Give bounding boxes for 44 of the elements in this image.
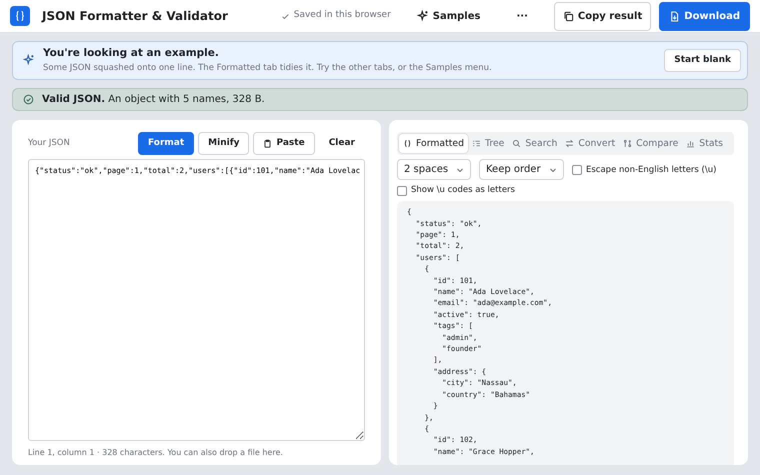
app-title: JSON Formatter & Validator [42,8,228,25]
dropdown[interactable]: 2 spaces [397,159,471,180]
input-footer: Line 1, column 1 · 328 characters. You can also drop a file here. [28,446,365,458]
tab[interactable]: Convert [561,134,620,154]
logo-icon [10,6,30,26]
more-button[interactable]: ··· [506,4,538,28]
tab[interactable]: Tree [468,134,508,154]
swap-icon [565,138,574,148]
saved-status: Saved in this browser [294,9,391,22]
checkbox-label: Escape non-English letters (\u) [586,164,716,176]
copy-button[interactable]: Copy result [554,2,652,30]
search-icon [512,138,522,148]
start-blank-button[interactable]: Start blank [664,48,741,72]
dropdown[interactable]: Keep order [479,159,564,180]
input-label: Your JSON [28,136,71,150]
braces-icon [403,138,412,148]
tab[interactable]: Search [508,134,562,154]
check-circle-icon [23,94,34,104]
tab[interactable]: Stats [682,134,728,154]
bar-chart-icon [686,138,696,148]
checkbox[interactable] [572,164,582,175]
paste-button[interactable]: Paste [253,132,315,155]
clipboard-icon [263,138,272,148]
download-button[interactable]: Download [659,2,750,30]
status-message: Valid JSON. An object with 5 names, 328 B. [42,92,265,106]
format-button[interactable]: Format [138,132,194,155]
clear-button[interactable]: Clear [318,132,365,155]
checkbox[interactable] [397,186,407,196]
samples-button[interactable]: Samples [406,4,490,28]
file-download-icon [669,10,680,22]
tab[interactable]: Compare [619,134,682,154]
check-icon [280,12,290,20]
compare-icon [623,138,632,148]
tree-icon [472,138,482,148]
sparkle-icon [23,54,35,66]
copy-icon [562,10,574,22]
checkbox-label: Show \u codes as letters [411,184,515,198]
sparkle-icon [416,10,429,22]
minify-button[interactable]: Minify [198,132,250,155]
chevron-down-icon [456,166,464,174]
tab[interactable]: Formatted [399,134,468,154]
chevron-down-icon [549,166,557,174]
notice-text: Some JSON squashed onto one line. The Formatted tab tidies it. Try the other tabs, or the Samples menu. [43,62,493,74]
notice-title: You're looking at an example. [43,46,220,61]
